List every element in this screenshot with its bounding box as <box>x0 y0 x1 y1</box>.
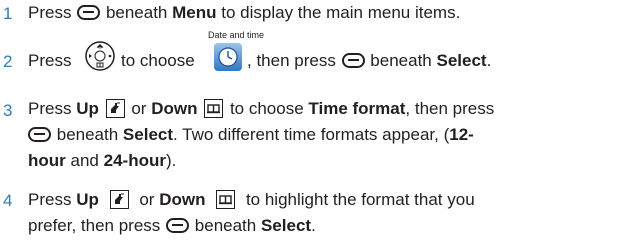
up-label: Up <box>76 99 99 118</box>
24-hour-label: 24-hour <box>103 151 166 170</box>
text: . Two different time formats appear, ( <box>173 125 450 144</box>
down-label: Down <box>151 99 198 118</box>
text: to display the main menu items. <box>221 3 461 22</box>
text: , then press <box>405 99 495 118</box>
step-number: 1 <box>3 4 13 23</box>
text: Press <box>28 99 72 118</box>
step-text: Press <box>28 51 72 70</box>
text: to highlight the format that you <box>245 190 475 209</box>
hour-label: hour <box>28 151 66 170</box>
down-label: Down <box>159 190 206 209</box>
soft-key-icon <box>341 52 365 68</box>
navigation-key-icon <box>85 41 115 71</box>
up-key-icon <box>105 98 125 118</box>
step-number: 2 <box>3 52 13 71</box>
time-format-label: Time format <box>308 99 406 118</box>
text: beneath <box>194 216 257 235</box>
step-text: to choose <box>121 51 195 70</box>
soft-key-icon <box>166 217 190 233</box>
12-hour-label: 12- <box>449 125 474 144</box>
text: and <box>70 151 99 170</box>
select-label: Select <box>260 216 312 235</box>
down-key-icon <box>204 98 224 118</box>
step-text: Press Up or Down to choose Time format, … <box>28 98 495 119</box>
text: to choose <box>229 99 304 118</box>
text: , then press <box>247 51 336 70</box>
menu-label: Menu <box>172 3 217 22</box>
text: Press <box>28 190 72 209</box>
text: beneath <box>370 51 432 70</box>
select-label: Select <box>436 51 487 70</box>
text: . <box>486 51 492 70</box>
date-and-time-caption: Date and time <box>208 30 265 40</box>
step-number: 4 <box>3 191 13 210</box>
down-key-icon <box>216 189 236 209</box>
step-text: Press beneath Menu to display the main m… <box>28 3 460 23</box>
text: or <box>139 190 155 209</box>
text: beneath <box>105 3 168 22</box>
text: Press <box>28 3 72 22</box>
step-text: beneath Select. Two different time forma… <box>28 125 474 145</box>
step-text: prefer, then press beneath Select. <box>28 216 316 236</box>
step-text: Press Up or Down to highlight the format… <box>28 189 475 210</box>
text: . <box>311 216 316 235</box>
soft-key-icon <box>28 126 51 142</box>
step-text: hour and 24-hour). <box>28 151 176 171</box>
step-text: , then press beneath Select. <box>247 51 491 71</box>
soft-key-icon <box>77 4 101 20</box>
text: beneath <box>56 125 119 144</box>
select-label: Select <box>122 125 174 144</box>
up-key-icon <box>109 189 129 209</box>
step-number: 3 <box>3 101 13 120</box>
text: or <box>131 99 147 118</box>
text: prefer, then press <box>28 216 161 235</box>
text: ). <box>165 151 177 170</box>
date-and-time-icon <box>214 43 242 71</box>
up-label: Up <box>76 190 99 209</box>
